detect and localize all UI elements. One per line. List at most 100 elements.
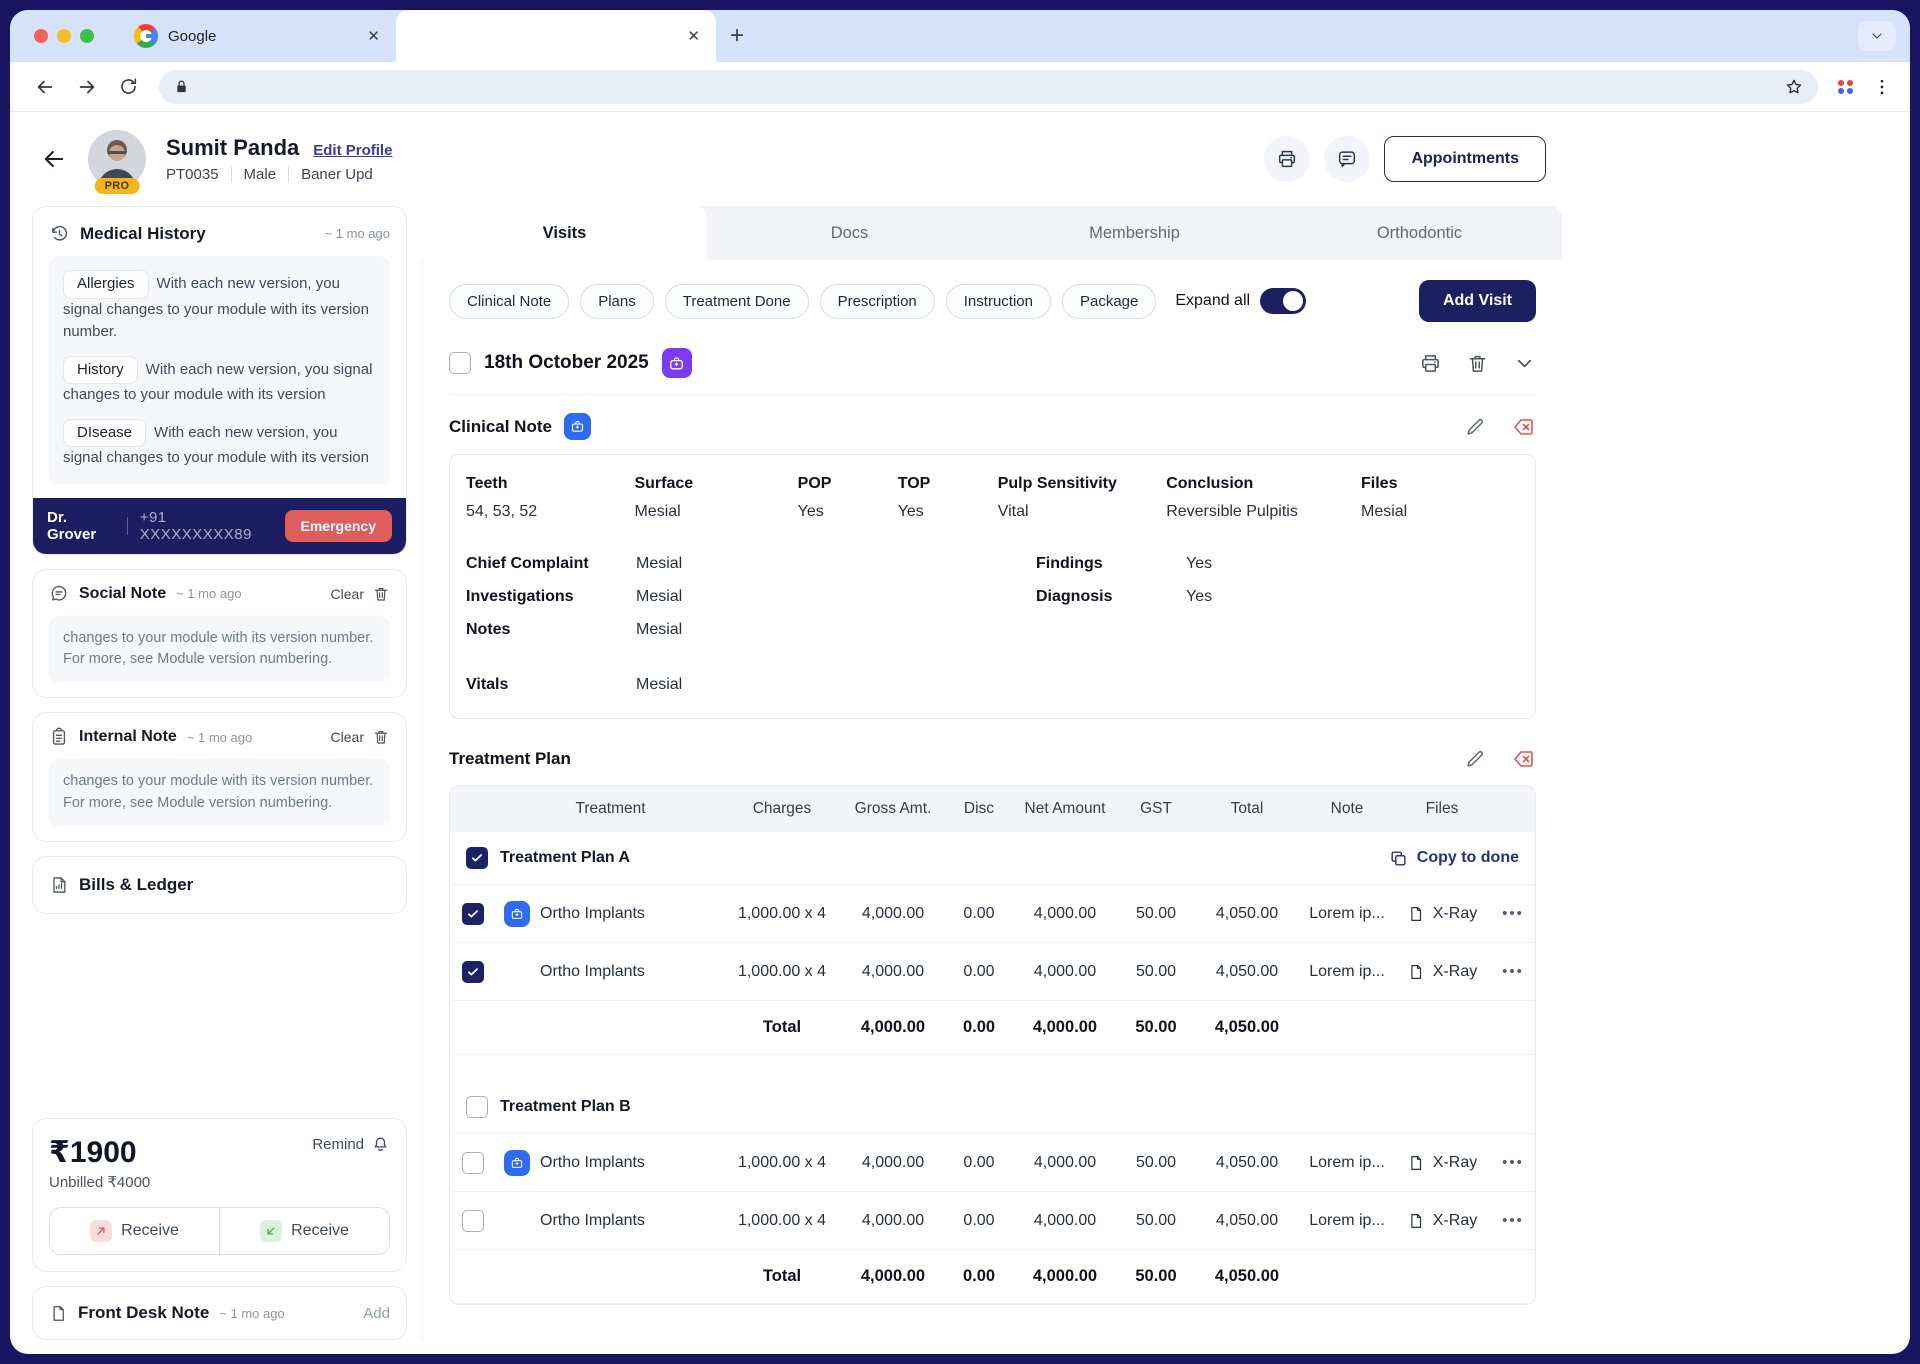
browser-profile-icon[interactable] xyxy=(1838,79,1854,94)
edit-profile-link[interactable]: Edit Profile xyxy=(313,142,392,159)
copy-to-done-button[interactable]: Copy to done xyxy=(1389,849,1519,868)
minimize-window-button[interactable] xyxy=(57,29,71,43)
row-note[interactable]: Lorem ip... xyxy=(1301,905,1393,923)
reload-icon[interactable] xyxy=(118,76,139,97)
treatment-bag-icon[interactable] xyxy=(504,900,530,927)
browser-tab-current[interactable]: ✕ xyxy=(396,10,716,62)
forward-icon[interactable] xyxy=(76,76,98,98)
receive-label: Receive xyxy=(121,1222,179,1239)
filter-package[interactable]: Package xyxy=(1061,283,1157,319)
total-net: 4,000.00 xyxy=(1032,1267,1098,1285)
clinical-note-bag-icon[interactable] xyxy=(563,413,591,440)
tab-orthodontic[interactable]: Orthodontic xyxy=(1277,206,1562,260)
new-tab-button[interactable]: + xyxy=(716,22,758,50)
col-treatment: Treatment xyxy=(575,800,646,817)
row-menu-icon[interactable]: ••• xyxy=(1491,905,1535,922)
emergency-button[interactable]: Emergency xyxy=(284,509,392,542)
row-menu-icon[interactable]: ••• xyxy=(1491,963,1535,980)
tab-membership[interactable]: Membership xyxy=(992,206,1277,260)
appointments-button[interactable]: Appointments xyxy=(1384,136,1546,182)
visit-date-row: 18th October 2025 xyxy=(449,348,1536,378)
plan-a-header: Treatment Plan A Copy to done xyxy=(450,832,1535,885)
row-files[interactable]: X-Ray xyxy=(1393,963,1491,981)
edit-clinical-note-icon[interactable] xyxy=(1464,416,1486,438)
row-files[interactable]: X-Ray xyxy=(1393,1154,1491,1172)
row-menu-icon[interactable]: ••• xyxy=(1491,1154,1535,1171)
add-visit-button[interactable]: Add Visit xyxy=(1418,280,1536,322)
plan-a-name: Treatment Plan A xyxy=(500,849,631,866)
back-arrow-icon[interactable] xyxy=(40,145,68,173)
expand-all-toggle[interactable] xyxy=(1260,288,1307,314)
tab-visits[interactable]: Visits xyxy=(422,206,707,260)
receive-advance-button[interactable]: Receive xyxy=(219,1208,389,1254)
visit-bag-icon[interactable] xyxy=(661,348,692,378)
receive-payment-button[interactable]: Receive xyxy=(50,1208,219,1254)
medical-history-panel: Allergies With each new version, you sign… xyxy=(49,256,390,484)
history-tag[interactable]: History xyxy=(63,355,138,384)
row-checkbox[interactable] xyxy=(462,1151,484,1174)
trash-icon[interactable] xyxy=(372,728,390,746)
delete-visit-icon[interactable] xyxy=(1466,352,1489,375)
tab-title: Google xyxy=(168,27,217,45)
internal-note-text[interactable]: changes to your module with its version … xyxy=(49,759,390,827)
row-checkbox[interactable] xyxy=(462,902,484,925)
plan-b-checkbox[interactable] xyxy=(466,1096,488,1118)
tab-search-chevron-icon[interactable] xyxy=(1858,21,1896,51)
history-icon xyxy=(49,223,70,244)
delete-treatment-plan-icon[interactable] xyxy=(1512,747,1536,771)
tab-docs[interactable]: Docs xyxy=(707,206,992,260)
visit-checkbox[interactable] xyxy=(449,352,471,374)
row-note[interactable]: Lorem ip... xyxy=(1301,1154,1393,1172)
maximize-window-button[interactable] xyxy=(80,29,94,43)
print-button[interactable] xyxy=(1264,136,1311,182)
browser-tab-google[interactable]: Google ✕ xyxy=(116,10,396,62)
filter-prescription[interactable]: Prescription xyxy=(819,283,935,319)
row-files[interactable]: X-Ray xyxy=(1393,905,1491,923)
filter-clinical-note[interactable]: Clinical Note xyxy=(449,283,570,319)
total-gross: 4,000.00 xyxy=(860,1018,926,1036)
print-visit-icon[interactable] xyxy=(1419,352,1442,375)
back-icon[interactable] xyxy=(34,76,56,98)
filter-plans[interactable]: Plans xyxy=(580,283,654,319)
close-window-button[interactable] xyxy=(34,29,48,43)
gst: 50.00 xyxy=(1135,904,1177,922)
row-checkbox[interactable] xyxy=(462,960,484,983)
filter-instruction[interactable]: Instruction xyxy=(945,283,1051,319)
message-button[interactable] xyxy=(1324,136,1371,182)
clear-button[interactable]: Clear xyxy=(331,729,364,745)
disease-tag[interactable]: DIsease xyxy=(63,418,147,447)
cn-header: Teeth xyxy=(466,475,508,492)
tab-close-icon[interactable]: ✕ xyxy=(687,27,700,45)
tab-close-icon[interactable]: ✕ xyxy=(367,27,380,45)
social-note-text[interactable]: changes to your module with its version … xyxy=(49,615,390,683)
row-checkbox[interactable] xyxy=(462,1209,484,1232)
treatment-bag-icon[interactable] xyxy=(504,1149,530,1176)
col-charges: Charges xyxy=(752,800,812,817)
bills-ledger-card[interactable]: Bills & Ledger xyxy=(32,855,407,914)
edit-treatment-plan-icon[interactable] xyxy=(1464,748,1486,770)
address-bar[interactable] xyxy=(159,69,1818,104)
trash-icon[interactable] xyxy=(372,585,390,603)
delete-clinical-note-icon[interactable] xyxy=(1512,415,1536,439)
plan-a-checkbox[interactable] xyxy=(466,847,488,869)
cn-header: Conclusion xyxy=(1166,475,1254,492)
add-note-button[interactable]: Add xyxy=(363,1305,390,1322)
remind-button[interactable]: Remind xyxy=(312,1135,390,1154)
row-files[interactable]: X-Ray xyxy=(1393,1212,1491,1230)
collapse-visit-icon[interactable] xyxy=(1513,352,1536,375)
row-note[interactable]: Lorem ip... xyxy=(1301,963,1393,981)
cn-field-label: Findings xyxy=(1036,555,1103,572)
plan-b-header: Treatment Plan B xyxy=(450,1081,1535,1134)
browser-menu-icon[interactable] xyxy=(1872,77,1892,97)
allergies-tag[interactable]: Allergies xyxy=(63,270,149,299)
row-menu-icon[interactable]: ••• xyxy=(1491,1212,1535,1229)
treatment-plan-title: Treatment Plan xyxy=(449,749,571,768)
bookmark-star-icon[interactable] xyxy=(1784,77,1804,97)
filter-treatment-done[interactable]: Treatment Done xyxy=(664,283,809,319)
front-desk-title: Front Desk Note xyxy=(78,1303,210,1322)
treatment-name: Ortho Implants xyxy=(540,962,645,980)
total-gst: 50.00 xyxy=(1135,1018,1177,1036)
row-note[interactable]: Lorem ip... xyxy=(1301,1212,1393,1230)
clear-button[interactable]: Clear xyxy=(331,586,364,602)
page-icon xyxy=(49,1304,68,1323)
